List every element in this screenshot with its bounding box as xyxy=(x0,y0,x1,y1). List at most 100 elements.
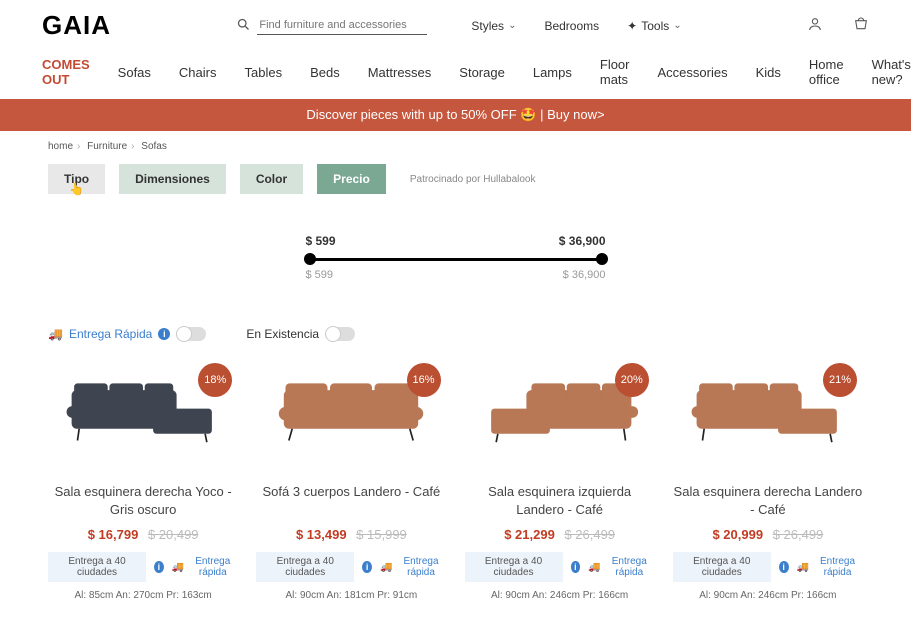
product-grid: 18% Sala esquinera derecha Yoco - Gris o… xyxy=(0,355,911,617)
sponsor-text: Patrocinado por Hullabalook xyxy=(410,174,536,185)
old-price: $ 15,999 xyxy=(356,527,407,542)
info-icon[interactable]: i xyxy=(158,328,170,340)
info-icon[interactable]: i xyxy=(571,561,581,573)
truck-icon: 🚚 xyxy=(172,562,184,573)
product-image: 18% xyxy=(48,363,238,463)
delivery-pill: Entrega a 40 ciudades xyxy=(256,552,354,582)
nav-tables[interactable]: Tables xyxy=(245,65,283,80)
old-price: $ 26,499 xyxy=(773,527,824,542)
truck-icon: 🚚 xyxy=(48,327,63,341)
product-price: $ 21,299 $ 26,499 xyxy=(465,527,655,542)
account-icon[interactable] xyxy=(807,16,823,35)
crumb-home[interactable]: home xyxy=(48,141,73,152)
fast-delivery-toggle[interactable] xyxy=(176,327,206,341)
bedrooms-label: Bedrooms xyxy=(544,19,599,33)
crumb-sofas: Sofas xyxy=(141,141,167,152)
promo-text: Discover pieces with up to 50% OFF xyxy=(306,107,516,122)
fast-ship-label: 🚚Entrega rápida xyxy=(797,556,863,578)
styles-label: Styles xyxy=(471,19,504,33)
filter-tipo[interactable]: Tipo👆 xyxy=(48,164,105,194)
crumb-furniture[interactable]: Furniture xyxy=(87,141,127,152)
current-price: $ 20,999 xyxy=(712,527,763,542)
chevron-down-icon: ⌄ xyxy=(508,20,516,31)
tools-dropdown[interactable]: ✦ Tools ⌄ xyxy=(627,19,681,33)
slider-max: $ 36,900 xyxy=(559,234,606,248)
nav-comes-out[interactable]: COMES OUT xyxy=(42,57,90,87)
filter-precio[interactable]: Precio xyxy=(317,164,386,194)
chevron-down-icon: ⌄ xyxy=(673,20,681,31)
nav-storage[interactable]: Storage xyxy=(459,65,505,80)
product-name: Sofá 3 cuerpos Landero - Café xyxy=(256,483,446,519)
product-dimensions: Al: 90cm An: 246cm Pr: 166cm xyxy=(673,590,863,601)
top-header: GAIA Styles ⌄ Bedrooms ✦ Tools ⌄ xyxy=(0,0,911,51)
filter-bar: Tipo👆 Dimensiones Color Precio Patrocina… xyxy=(0,158,911,198)
nav-floor-mats[interactable]: Floor mats xyxy=(600,57,630,87)
header-links: Styles ⌄ Bedrooms ✦ Tools ⌄ xyxy=(471,19,681,33)
info-icon[interactable]: i xyxy=(362,561,372,573)
fast-delivery-label[interactable]: Entrega Rápida xyxy=(69,327,152,341)
toggle-row: 🚚 Entrega Rápida i En Existencia xyxy=(0,287,911,355)
header-icons xyxy=(807,16,869,35)
product-dimensions: Al: 85cm An: 270cm Pr: 163cm xyxy=(48,590,238,601)
sparkle-icon: ✦ xyxy=(627,19,637,33)
product-card[interactable]: 21% Sala esquinera derecha Landero - Caf… xyxy=(673,363,863,601)
product-card[interactable]: 18% Sala esquinera derecha Yoco - Gris o… xyxy=(48,363,238,601)
nav-home-office[interactable]: Home office xyxy=(809,57,844,87)
in-stock-toggle[interactable] xyxy=(325,327,355,341)
nav-lamps[interactable]: Lamps xyxy=(533,65,572,80)
truck-icon: 🚚 xyxy=(588,562,600,573)
delivery-pill: Entrega a 40 ciudades xyxy=(465,552,563,582)
search-input[interactable] xyxy=(257,16,427,35)
bedrooms-link[interactable]: Bedrooms xyxy=(544,19,599,33)
delivery-pill: Entrega a 40 ciudades xyxy=(48,552,146,582)
cursor-icon: 👆 xyxy=(69,182,84,196)
fast-ship-label: 🚚Entrega rápida xyxy=(588,556,654,578)
nav-whats-new[interactable]: What's new? xyxy=(872,57,911,87)
slider-handle-max[interactable] xyxy=(596,253,608,265)
slider-handle-min[interactable] xyxy=(304,253,316,265)
product-card[interactable]: 16% Sofá 3 cuerpos Landero - Café $ 13,4… xyxy=(256,363,446,601)
nav-sofas[interactable]: Sofas xyxy=(118,65,151,80)
tools-label: Tools xyxy=(641,19,669,33)
fast-delivery-toggle-row: 🚚 Entrega Rápida i xyxy=(48,327,206,341)
product-name: Sala esquinera derecha Landero - Café xyxy=(673,483,863,519)
nav-beds[interactable]: Beds xyxy=(310,65,340,80)
price-slider: $ 599 $ 36,900 $ 599 $ 36,900 xyxy=(306,234,606,281)
truck-icon: 🚚 xyxy=(380,562,392,573)
nav-accessories[interactable]: Accessories xyxy=(658,65,728,80)
info-icon[interactable]: i xyxy=(154,561,164,573)
product-name: Sala esquinera derecha Yoco - Gris oscur… xyxy=(48,483,238,519)
filter-color[interactable]: Color xyxy=(240,164,303,194)
in-stock-toggle-row: En Existencia xyxy=(246,327,355,341)
nav-kids[interactable]: Kids xyxy=(756,65,781,80)
product-meta: Entrega a 40 ciudades i 🚚Entrega rápida xyxy=(673,552,863,582)
product-price: $ 20,999 $ 26,499 xyxy=(673,527,863,542)
filter-dimensiones[interactable]: Dimensiones xyxy=(119,164,226,194)
product-price: $ 16,799 $ 20,499 xyxy=(48,527,238,542)
product-name: Sala esquinera izquierda Landero - Café xyxy=(465,483,655,519)
chevron-right-icon: › xyxy=(131,141,134,152)
slider-range-max: $ 36,900 xyxy=(563,269,606,281)
delivery-pill: Entrega a 40 ciudades xyxy=(673,552,771,582)
breadcrumb: home › Furniture › Sofas xyxy=(0,131,911,158)
slider-track[interactable] xyxy=(306,258,606,261)
styles-dropdown[interactable]: Styles ⌄ xyxy=(471,19,516,33)
discount-badge: 18% xyxy=(198,363,232,397)
old-price: $ 26,499 xyxy=(564,527,615,542)
slider-range-min: $ 599 xyxy=(306,269,334,281)
search-icon[interactable] xyxy=(236,17,251,35)
product-card[interactable]: 20% Sala esquinera izquierda Landero - C… xyxy=(465,363,655,601)
cart-icon[interactable] xyxy=(853,16,869,35)
nav-chairs[interactable]: Chairs xyxy=(179,65,217,80)
chevron-right-icon: › xyxy=(77,141,80,152)
buy-now-link[interactable]: Buy now> xyxy=(547,107,604,122)
product-image: 20% xyxy=(465,363,655,463)
discount-badge: 21% xyxy=(823,363,857,397)
current-price: $ 16,799 xyxy=(88,527,139,542)
product-meta: Entrega a 40 ciudades i 🚚Entrega rápida xyxy=(465,552,655,582)
product-price: $ 13,499 $ 15,999 xyxy=(256,527,446,542)
info-icon[interactable]: i xyxy=(779,561,789,573)
nav-mattresses[interactable]: Mattresses xyxy=(368,65,432,80)
in-stock-label: En Existencia xyxy=(246,327,319,341)
logo[interactable]: GAIA xyxy=(42,10,111,41)
